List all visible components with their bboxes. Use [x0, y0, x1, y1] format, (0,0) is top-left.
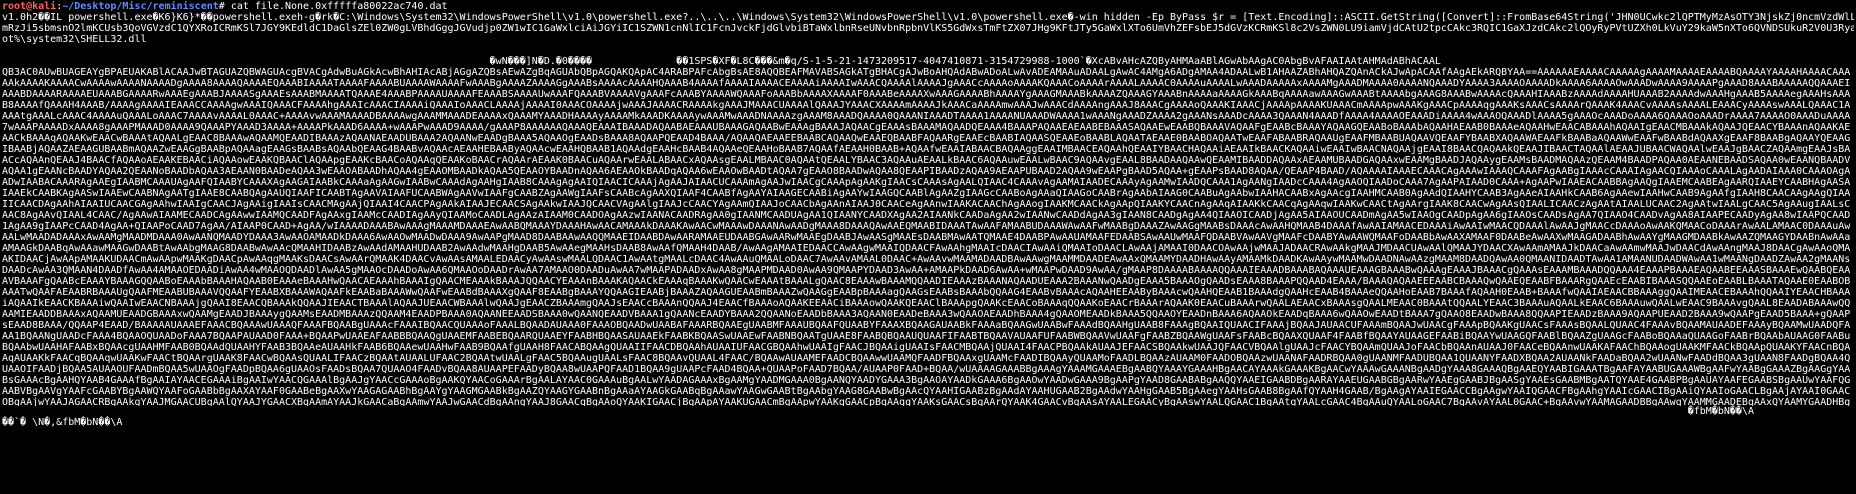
output-line-2: mRzJi5sbmsnO2lmKCUsb3QoVGVzdC1QYXRoICRmK…: [2, 23, 1854, 34]
prompt-user-host: root@kali: [2, 1, 57, 12]
prompt-path: ~/Desktop/Misc/reminiscent: [62, 1, 219, 12]
output-sid-line: �wN���]N�D.�0���� ��1SPS�XF�L8C���&m�q/S…: [2, 56, 1441, 67]
output-line-empty: [2, 45, 1854, 56]
output-line-1: v1.0h2��IL powershell.exe�K6}K6}*��power…: [2, 12, 1854, 23]
terminal-window[interactable]: root@kali:~/Desktop/Misc/reminiscent# ca…: [2, 1, 1854, 493]
output-tail-right: �fbM�bN��\A: [2, 406, 1754, 417]
prompt-symbol: #: [218, 1, 231, 12]
output-line-3: ot%\system32\SHELL32.dll: [2, 34, 147, 45]
output-last-line: ��`� \N�,&fbM�bN��\A: [2, 417, 123, 428]
command-text: cat file.None.0xfffffa80022ac740.dat: [230, 1, 448, 12]
output-base64-blob: QB3AC0AUwBUAGEAYgBPAEUAKABlACAAJwBTAGUAZ…: [2, 67, 1851, 406]
prompt-line: root@kali:~/Desktop/Misc/reminiscent# ca…: [2, 1, 1854, 12]
